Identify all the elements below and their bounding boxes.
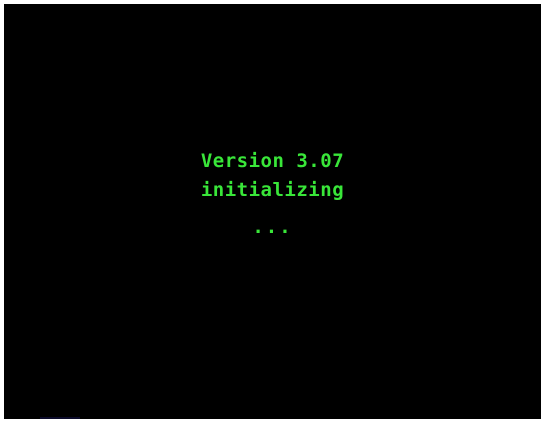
status-label: initializing [200, 179, 345, 201]
boot-message: Version 3.07 initializing [4, 147, 541, 205]
version-label: Version 3.07 [200, 150, 345, 172]
loading-dots-indicator: ... [252, 216, 293, 238]
bottom-edge-mark [40, 417, 80, 419]
boot-screen: Version 3.07 initializing ... [4, 4, 541, 419]
